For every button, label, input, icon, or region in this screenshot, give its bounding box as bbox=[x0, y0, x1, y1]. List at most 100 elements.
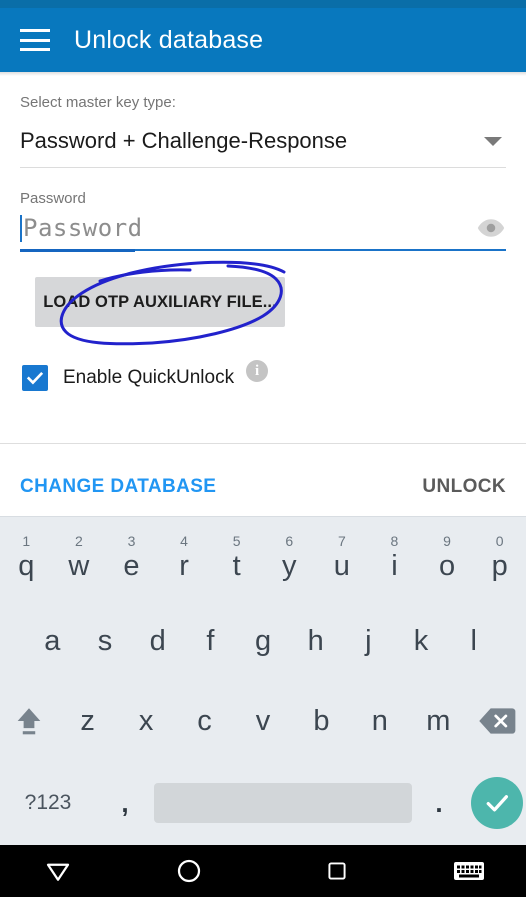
back-button[interactable] bbox=[0, 856, 115, 886]
key-l[interactable]: l bbox=[447, 601, 500, 681]
key-x[interactable]: x bbox=[117, 681, 175, 761]
password-input[interactable]: Password bbox=[20, 214, 143, 242]
keyboard-row-1: 1 q 2 w 3 e 4 r 5 t 6 y 7 u 8 i 9 o 0 p bbox=[0, 517, 526, 601]
password-label: Password bbox=[20, 190, 86, 207]
shift-key[interactable] bbox=[0, 681, 58, 761]
chevron-down-icon[interactable] bbox=[484, 136, 502, 146]
key-label: . bbox=[435, 787, 443, 818]
key-z[interactable]: z bbox=[58, 681, 116, 761]
key-i[interactable]: 8 i bbox=[368, 517, 421, 601]
key-g[interactable]: g bbox=[237, 601, 290, 681]
change-database-button[interactable]: CHANGE DATABASE bbox=[20, 476, 216, 498]
quickunlock-checkbox[interactable] bbox=[22, 365, 48, 391]
password-underline bbox=[20, 249, 506, 252]
key-h[interactable]: h bbox=[289, 601, 342, 681]
recents-button[interactable] bbox=[263, 858, 411, 884]
shift-key-icon bbox=[12, 704, 46, 738]
key-label: b bbox=[313, 704, 330, 737]
key-num: 5 bbox=[232, 533, 241, 549]
checkmark-enter-icon bbox=[471, 777, 523, 829]
key-label: f bbox=[206, 624, 215, 657]
key-label: r bbox=[179, 549, 189, 582]
hamburger-menu-icon[interactable] bbox=[20, 29, 50, 51]
key-num: 1 bbox=[22, 533, 31, 549]
key-y[interactable]: 6 y bbox=[263, 517, 316, 601]
key-label: g bbox=[254, 624, 272, 657]
spacebar-key[interactable] bbox=[154, 783, 412, 823]
home-button[interactable] bbox=[115, 856, 263, 886]
master-key-type-spinner[interactable]: Password + Challenge-Response bbox=[0, 128, 526, 154]
key-label: j bbox=[365, 624, 372, 657]
quickunlock-row: Enable QuickUnlock i bbox=[22, 360, 269, 396]
keyboard-row-3: z x c v b n m bbox=[0, 681, 526, 761]
keyboard-toggle-icon bbox=[453, 862, 484, 880]
key-label: c bbox=[197, 704, 212, 737]
key-d[interactable]: d bbox=[131, 601, 184, 681]
key-num: 2 bbox=[74, 533, 83, 549]
recents-square-icon bbox=[328, 862, 346, 880]
key-f[interactable]: f bbox=[184, 601, 237, 681]
key-type-label: Select master key type: bbox=[20, 94, 176, 111]
comma-key[interactable]: , bbox=[96, 788, 154, 819]
key-num: 0 bbox=[495, 533, 504, 549]
key-label: i bbox=[391, 549, 398, 582]
backspace-key-icon bbox=[478, 707, 516, 735]
key-q[interactable]: 1 q bbox=[0, 517, 53, 601]
unlock-form: Select master key type: Password + Chall… bbox=[0, 76, 526, 252]
key-label: ?123 bbox=[24, 791, 72, 814]
divider bbox=[0, 443, 526, 444]
enter-key[interactable] bbox=[466, 777, 526, 829]
key-t[interactable]: 5 t bbox=[210, 517, 263, 601]
period-key[interactable]: . bbox=[412, 788, 466, 819]
key-label: , bbox=[121, 787, 129, 818]
key-u[interactable]: 7 u bbox=[316, 517, 369, 601]
key-label: u bbox=[333, 549, 350, 582]
keyboard-toggle-button[interactable] bbox=[411, 858, 526, 884]
key-s[interactable]: s bbox=[79, 601, 132, 681]
key-a[interactable]: a bbox=[26, 601, 79, 681]
key-label: w bbox=[68, 549, 90, 582]
key-p[interactable]: 0 p bbox=[473, 517, 526, 601]
eye-icon[interactable] bbox=[476, 213, 506, 243]
android-screen: Unlock database Select master key type: … bbox=[0, 0, 526, 897]
key-num: 9 bbox=[443, 533, 451, 549]
home-circle-icon bbox=[177, 859, 201, 883]
key-j[interactable]: j bbox=[342, 601, 395, 681]
key-label: t bbox=[232, 549, 241, 582]
key-b[interactable]: b bbox=[292, 681, 350, 761]
key-w[interactable]: 2 w bbox=[53, 517, 106, 601]
key-label: m bbox=[426, 704, 451, 737]
key-c[interactable]: c bbox=[175, 681, 233, 761]
spinner-underline bbox=[20, 167, 506, 168]
master-key-type-value: Password + Challenge-Response bbox=[20, 128, 348, 153]
password-row: Password bbox=[0, 213, 526, 243]
key-label: e bbox=[123, 549, 140, 582]
key-num: 4 bbox=[180, 533, 188, 549]
key-num: 7 bbox=[337, 533, 346, 549]
on-screen-keyboard: 1 q 2 w 3 e 4 r 5 t 6 y 7 u 8 i 9 o 0 p … bbox=[0, 517, 526, 845]
key-label: y bbox=[282, 549, 297, 582]
key-k[interactable]: k bbox=[395, 601, 448, 681]
info-icon[interactable]: i bbox=[246, 360, 269, 382]
key-o[interactable]: 9 o bbox=[421, 517, 474, 601]
password-placeholder: Password bbox=[23, 214, 143, 242]
key-num: 6 bbox=[285, 533, 294, 549]
backspace-key[interactable] bbox=[468, 681, 526, 761]
key-label: a bbox=[44, 624, 61, 657]
key-label: z bbox=[80, 704, 95, 737]
unlock-button[interactable]: UNLOCK bbox=[422, 476, 506, 498]
back-triangle-icon bbox=[46, 863, 69, 881]
key-n[interactable]: n bbox=[351, 681, 409, 761]
key-v[interactable]: v bbox=[234, 681, 292, 761]
key-label: v bbox=[255, 704, 271, 737]
keyboard-row-4: ?123 , . bbox=[0, 761, 526, 845]
load-otp-auxiliary-file-button[interactable]: LOAD OTP AUXILIARY FILE... bbox=[35, 277, 285, 327]
key-m[interactable]: m bbox=[409, 681, 467, 761]
key-r[interactable]: 4 r bbox=[158, 517, 211, 601]
key-label: d bbox=[149, 624, 166, 657]
symbols-key[interactable]: ?123 bbox=[0, 791, 96, 815]
android-navigation-bar bbox=[0, 845, 526, 897]
key-e[interactable]: 3 e bbox=[105, 517, 158, 601]
key-num: 8 bbox=[390, 533, 399, 549]
app-bar: Unlock database bbox=[0, 8, 526, 72]
